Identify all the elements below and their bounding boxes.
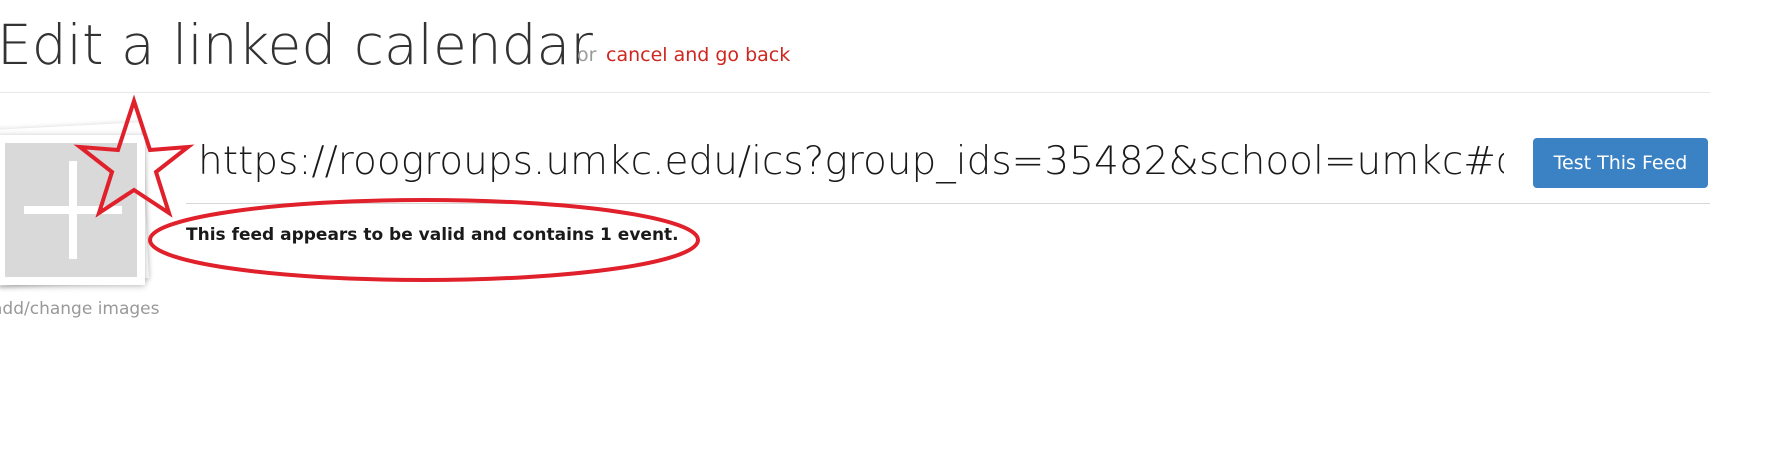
header-divider [0,92,1710,93]
cancel-link[interactable]: cancel and go back [606,44,790,66]
change-images-link[interactable]: add/change images [0,299,160,319]
edit-linked-calendar-page: Edit a linked calendar or cancel and go … [0,0,1773,452]
image-placeholder [5,143,137,277]
test-feed-button[interactable]: Test This Feed [1533,138,1708,188]
input-underline [186,203,1710,204]
feed-status-message: This feed appears to be valid and contai… [186,225,679,245]
or-text: or [577,44,597,66]
page-title: Edit a linked calendar [0,13,593,77]
image-picker[interactable] [0,135,145,285]
feed-url-input[interactable] [186,130,1516,192]
